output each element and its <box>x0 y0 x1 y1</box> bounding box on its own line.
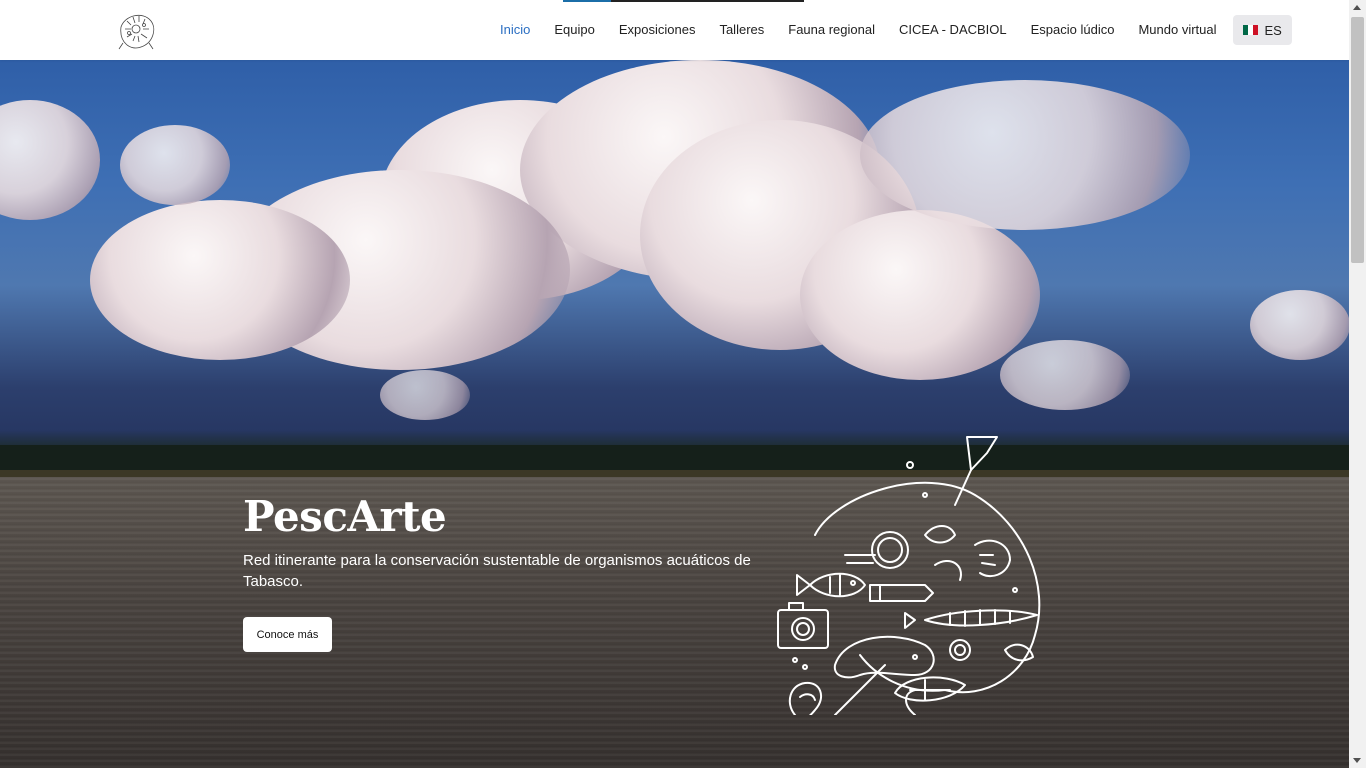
nav-inicio[interactable]: Inicio <box>488 15 542 45</box>
nav-equipo[interactable]: Equipo <box>542 15 606 45</box>
pescarte-logo-icon[interactable] <box>113 7 159 53</box>
nav-fauna-regional[interactable]: Fauna regional <box>776 15 887 45</box>
scrollbar-thumb[interactable] <box>1351 17 1364 263</box>
main-nav: Inicio Equipo Exposiciones Talleres Faun… <box>488 15 1292 45</box>
scroll-down-icon[interactable] <box>1353 758 1361 763</box>
nav-cicea-dacbiol[interactable]: CICEA - DACBIOL <box>887 15 1019 45</box>
hero-subtitle: Red itinerante para la conservación sust… <box>243 552 751 590</box>
hero-title: PescArte <box>243 492 447 541</box>
nav-exposiciones[interactable]: Exposiciones <box>607 15 708 45</box>
nav-mundo-virtual[interactable]: Mundo virtual <box>1126 15 1228 45</box>
language-label: ES <box>1264 22 1282 38</box>
fish-fauna-brush-illustration-icon <box>777 436 1041 715</box>
nav-espacio-ludico[interactable]: Espacio lúdico <box>1019 15 1127 45</box>
hero-background-water <box>0 477 1349 768</box>
page-loading-bar <box>563 0 804 2</box>
conoce-mas-button[interactable]: Conoce más <box>243 617 332 652</box>
page-scrollbar[interactable] <box>1349 0 1366 768</box>
scroll-up-icon[interactable] <box>1353 5 1361 10</box>
mexico-flag-icon <box>1242 25 1258 35</box>
top-navbar: Inicio Equipo Exposiciones Talleres Faun… <box>0 0 1349 60</box>
hero-section: PescArte Red itinerante para la conserva… <box>0 60 1349 768</box>
nav-talleres[interactable]: Talleres <box>707 15 776 45</box>
language-selector-button[interactable]: ES <box>1232 15 1292 45</box>
